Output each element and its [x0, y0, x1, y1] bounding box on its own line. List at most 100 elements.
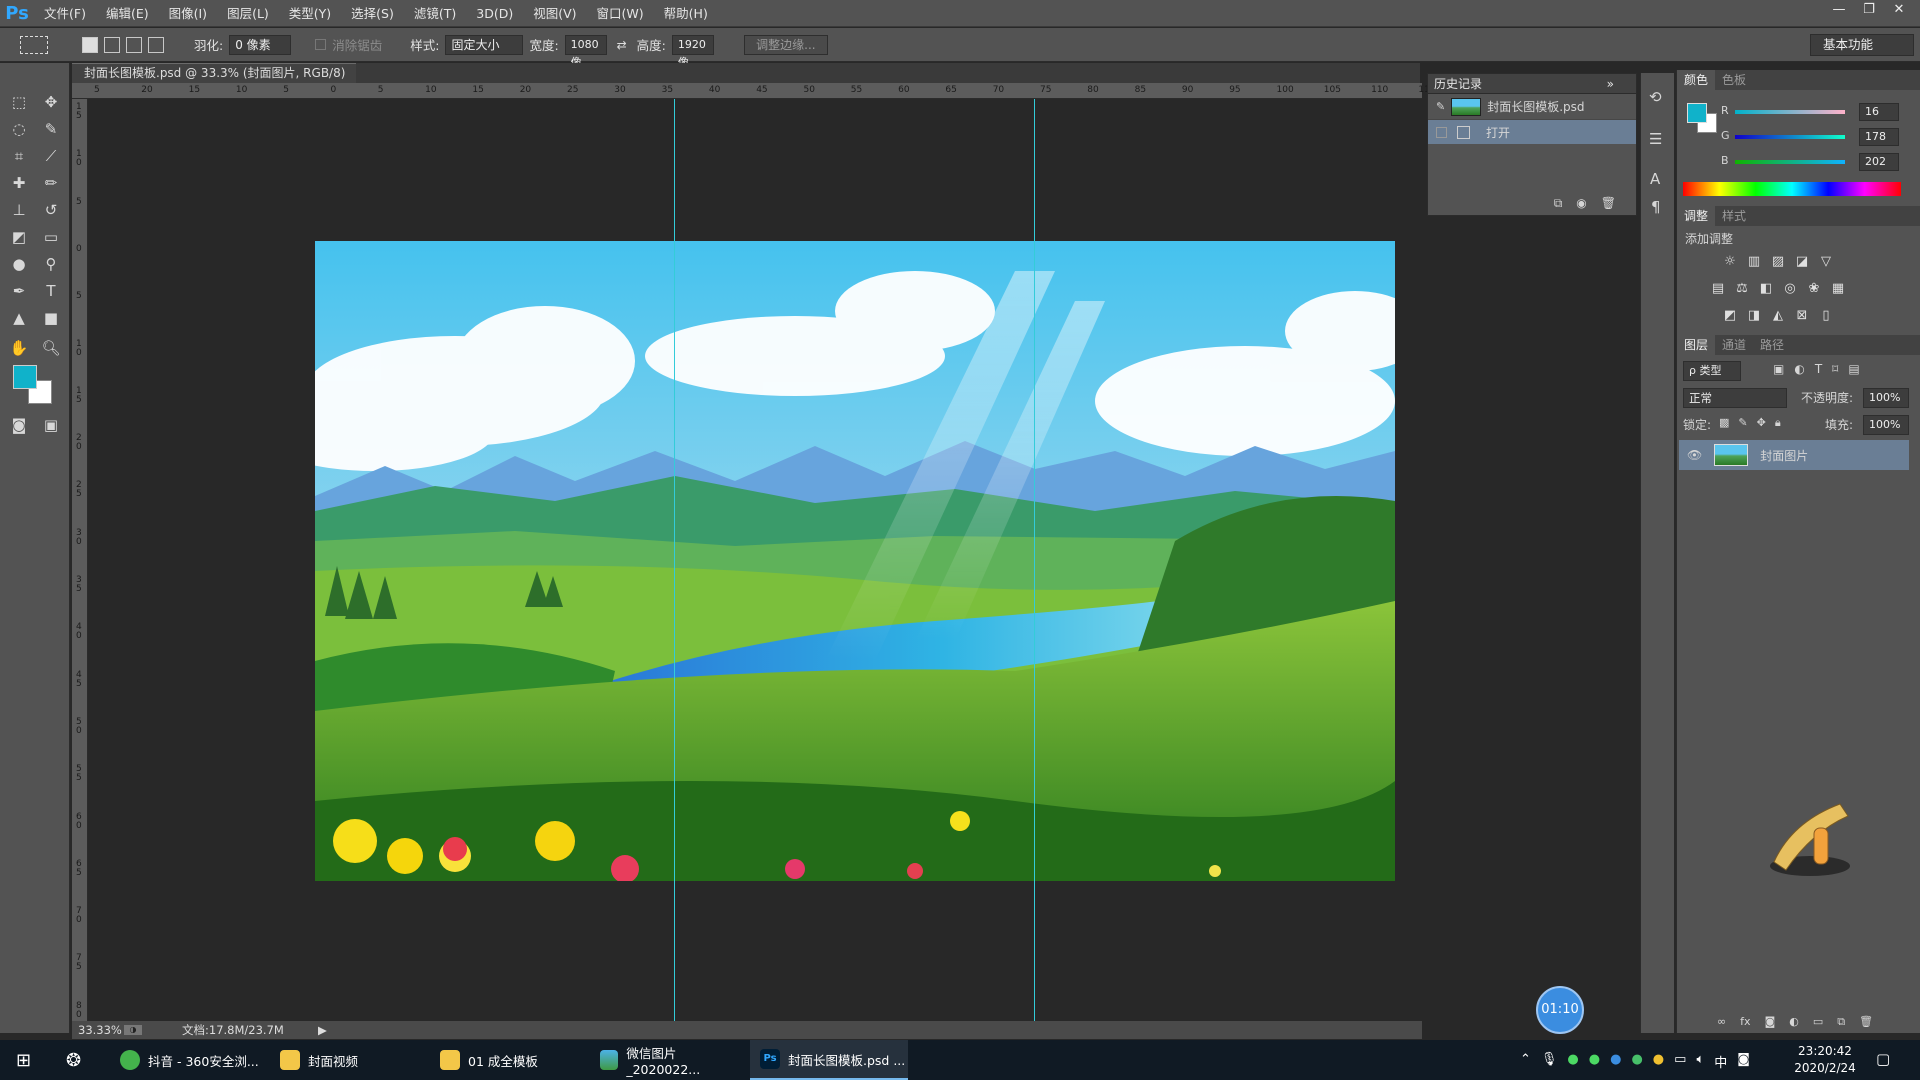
hand-tool-icon[interactable]: ✋ [7, 337, 31, 359]
menu-image[interactable]: 图像(I) [159, 0, 217, 27]
menu-layer[interactable]: 图层(L) [217, 0, 279, 27]
vertical-ruler[interactable]: 1 5 1 0 5 0 5 1 0 1 5 2 0 2 5 3 0 3 5 4 0 4 5 5 0 5 5 6… [72, 99, 88, 1021]
lasso-tool-icon[interactable]: ◌ [7, 118, 31, 140]
posterize-icon[interactable]: ◨ [1745, 308, 1763, 324]
menu-window[interactable]: 窗口(W) [587, 0, 654, 27]
shape-tool-icon[interactable]: ■ [39, 307, 63, 329]
delete-layer-icon[interactable]: 🗑︎ [1859, 1015, 1873, 1029]
cover-image-landscape[interactable] [315, 241, 1395, 881]
panel-collapse-icon[interactable]: » [1607, 74, 1614, 94]
menu-file[interactable]: 文件(F) [34, 0, 96, 27]
layer-name[interactable]: 封面图片 [1760, 447, 1808, 464]
eye-visibility-icon[interactable]: 👁︎ [1687, 448, 1702, 462]
tab-color[interactable]: 颜色 [1677, 70, 1716, 90]
filter-adjustment-icon[interactable]: ◐ [1794, 362, 1804, 376]
dodge-tool-icon[interactable]: ⚲ [39, 253, 63, 275]
selective-color-icon[interactable]: ⊠ [1793, 308, 1811, 324]
brush-tool-icon[interactable]: ✏ [39, 172, 63, 194]
layer-filter-select[interactable]: ρ 类型 [1683, 361, 1741, 381]
b-track[interactable] [1735, 160, 1845, 164]
channel-mixer-icon[interactable]: ❀ [1805, 281, 1823, 297]
app-360-icon[interactable]: ❂ [56, 1040, 96, 1080]
subtract-selection-icon[interactable] [126, 36, 142, 53]
character-panel-icon[interactable]: A [1650, 170, 1660, 188]
lock-position-icon[interactable]: ✥ [1757, 416, 1766, 430]
slider-g[interactable]: G 178 [1721, 128, 1917, 146]
crop-tool-icon[interactable]: ⌗ [7, 145, 31, 167]
tab-styles[interactable]: 样式 [1715, 206, 1753, 226]
color-spectrum-ramp[interactable] [1683, 182, 1901, 196]
gradient-map-icon[interactable]: ▯ [1817, 308, 1835, 324]
tray-app-icon[interactable]: ● [1631, 1052, 1642, 1071]
foreground-color-swatch[interactable] [13, 365, 37, 389]
history-brush-icon[interactable]: ↺ [39, 199, 63, 221]
filter-type-icon[interactable]: T [1815, 362, 1822, 376]
tab-swatches[interactable]: 色板 [1715, 70, 1753, 90]
horizontal-ruler[interactable]: 5 20 15 10 5 0 5 10 15 20 25 30 35 40 45 50 55 60 65 70 75 80… [72, 83, 1436, 99]
document-tab[interactable]: 封面长图模板.psd @ 33.3% (封面图片, RGB/8) × [72, 63, 356, 99]
feather-input[interactable]: 0 像素 [229, 34, 292, 55]
pen-tool-icon[interactable]: ✒ [7, 280, 31, 302]
new-selection-icon[interactable] [82, 36, 98, 53]
add-mask-icon[interactable]: ◙ [1765, 1015, 1776, 1029]
swap-dimensions-icon[interactable]: ⇄ [613, 38, 631, 52]
new-layer-icon[interactable]: ⧉ [1837, 1015, 1845, 1029]
recording-timer[interactable]: 01:10 [1536, 986, 1584, 1034]
slider-r[interactable]: R 16 [1721, 103, 1917, 121]
clock[interactable]: 23:20:42 2020/2/24 [1790, 1043, 1860, 1077]
network-icon[interactable]: ▭ [1674, 1052, 1686, 1071]
photo-filter-icon[interactable]: ◎ [1781, 281, 1799, 297]
history-checkbox[interactable] [1436, 126, 1447, 138]
taskbar-item-image-viewer[interactable]: 微信图片_2020022... [590, 1040, 740, 1080]
refine-edge-button[interactable]: 调整边缘... [743, 34, 828, 55]
antialias-checkbox[interactable] [315, 39, 327, 50]
tab-channels[interactable]: 通道 [1715, 335, 1753, 355]
filter-shape-icon[interactable]: ⌑ [1832, 362, 1838, 376]
wechat-icon[interactable]: ● [1567, 1052, 1578, 1071]
microphone-icon[interactable]: 🎙︎ [1541, 1052, 1558, 1071]
slider-b[interactable]: B 202 [1721, 153, 1917, 171]
restore-button[interactable]: ❐ [1854, 0, 1884, 20]
start-button[interactable]: ⊞ [6, 1040, 46, 1080]
workspace-select[interactable]: 基本功能 [1810, 34, 1914, 56]
zoom-tool-icon[interactable]: 🔍︎ [39, 337, 63, 359]
filter-smart-icon[interactable]: ▤ [1848, 362, 1859, 376]
lock-transparent-icon[interactable]: ▩ [1719, 416, 1729, 430]
marquee-preset-icon[interactable] [20, 35, 48, 54]
r-track[interactable] [1735, 110, 1845, 114]
new-group-icon[interactable]: ▭ [1813, 1015, 1823, 1029]
exposure-icon[interactable]: ◪ [1793, 254, 1811, 270]
screen-mode-icon[interactable]: ▣ [39, 414, 63, 436]
path-select-icon[interactable]: ▲ [7, 307, 31, 329]
height-input[interactable]: 1920 像 [671, 34, 714, 69]
lock-all-icon[interactable]: 🔒︎ [1775, 416, 1781, 430]
new-adjustment-layer-icon[interactable]: ◐ [1789, 1015, 1799, 1029]
color-lookup-icon[interactable]: ▦ [1829, 281, 1847, 297]
history-brush-source-icon[interactable]: ✎ [1436, 100, 1445, 113]
tab-layers[interactable]: 图层 [1677, 335, 1716, 355]
marquee-tool-icon[interactable]: ⬚ [7, 91, 31, 113]
brightness-icon[interactable]: ☼ [1721, 254, 1739, 270]
close-button[interactable]: ✕ [1884, 0, 1914, 20]
paragraph-panel-icon[interactable]: ¶ [1651, 198, 1661, 216]
taskbar-item-browser[interactable]: 抖音 - 360安全浏... [110, 1040, 260, 1080]
taskbar-item-photoshop[interactable]: Ps 封面长图模板.psd ... [750, 1040, 908, 1080]
tray-app-icon[interactable]: ● [1610, 1052, 1621, 1071]
menu-3d[interactable]: 3D(D) [466, 0, 523, 27]
opacity-input[interactable]: 100% [1863, 388, 1909, 408]
menu-help[interactable]: 帮助(H) [654, 0, 718, 27]
style-select[interactable]: 固定大小 [445, 34, 524, 55]
status-arrow-icon[interactable]: ▶ [318, 1021, 327, 1039]
notification-icon[interactable]: ▢ [1876, 1050, 1896, 1070]
new-snapshot-icon[interactable]: ◉ [1576, 196, 1586, 211]
color-fg-swatch[interactable] [1687, 103, 1707, 123]
move-tool-icon[interactable]: ✥ [39, 91, 63, 113]
invert-icon[interactable]: ◩ [1721, 308, 1739, 324]
hue-saturation-icon[interactable]: ▤ [1709, 281, 1727, 297]
fill-input[interactable]: 100% [1863, 415, 1909, 435]
history-snapshot[interactable]: ✎ 封面长图模板.psd [1428, 94, 1636, 120]
color-balance-icon[interactable]: ⚖ [1733, 281, 1751, 297]
g-track[interactable] [1735, 135, 1845, 139]
tab-adjustments[interactable]: 调整 [1677, 206, 1716, 226]
b-value[interactable]: 202 [1859, 153, 1899, 171]
